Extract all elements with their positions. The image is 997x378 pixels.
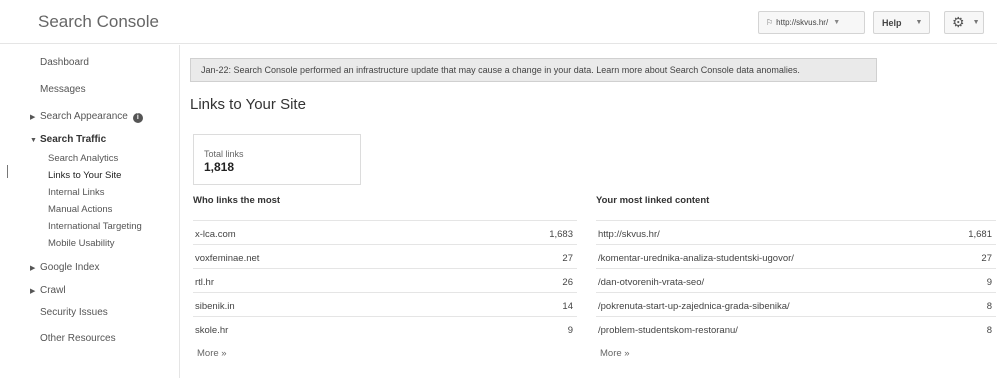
- sidebar-subitem-international-targeting[interactable]: International Targeting: [48, 221, 142, 232]
- sidebar-item-google-index[interactable]: ▶ Google Index: [30, 262, 100, 273]
- help-button-label: Help: [882, 17, 902, 28]
- sidebar-item-label: Google Index: [40, 262, 100, 273]
- row-domain[interactable]: rtl.hr: [195, 277, 214, 288]
- anomaly-banner: Jan-22: Search Console performed an infr…: [190, 58, 877, 82]
- total-links-card: Total links 1,818: [193, 134, 361, 185]
- table-row[interactable]: /dan-otvorenih-vrata-seo/ 9: [596, 268, 996, 292]
- table-row[interactable]: sibenik.in 14: [193, 292, 577, 316]
- row-count: 8: [986, 325, 992, 336]
- row-page[interactable]: /komentar-urednika-analiza-studentski-ug…: [598, 253, 794, 264]
- row-count: 26: [562, 277, 573, 288]
- sidebar-item-messages[interactable]: Messages: [40, 84, 86, 95]
- sidebar-subitem-manual-actions[interactable]: Manual Actions: [48, 204, 112, 215]
- most-linked-title: Your most linked content: [596, 195, 710, 206]
- row-domain[interactable]: sibenik.in: [195, 301, 235, 312]
- row-domain[interactable]: x-lca.com: [195, 229, 236, 240]
- site-favicon-icon: ⚐: [766, 18, 774, 27]
- chevron-right-icon: ▶: [30, 114, 36, 121]
- row-count: 1,683: [549, 229, 573, 240]
- row-page[interactable]: /pokrenuta-start-up-zajednica-grada-sibe…: [598, 301, 790, 312]
- table-row[interactable]: /komentar-urednika-analiza-studentski-ug…: [596, 244, 996, 268]
- row-page[interactable]: /problem-studentskom-restoranu/: [598, 325, 738, 336]
- row-count: 27: [981, 253, 992, 264]
- info-icon[interactable]: i: [132, 113, 143, 123]
- row-domain[interactable]: voxfeminae.net: [195, 253, 259, 264]
- chevron-down-icon: ▼: [833, 19, 841, 26]
- sidebar-subitem-mobile-usability[interactable]: Mobile Usability: [48, 238, 115, 249]
- row-count: 1,681: [968, 229, 992, 240]
- table-row[interactable]: skole.hr 9: [193, 316, 577, 340]
- table-row[interactable]: x-lca.com 1,683: [193, 220, 577, 244]
- chevron-right-icon: ▶: [30, 288, 36, 295]
- row-page[interactable]: http://skvus.hr/: [598, 229, 660, 240]
- chevron-down-icon: ▼: [972, 19, 980, 26]
- site-selector[interactable]: ⚐ http://skvus.hr/ ▼: [758, 11, 865, 34]
- sidebar-item-label: Search Appearance: [40, 111, 128, 122]
- sidebar-subitem-internal-links[interactable]: Internal Links: [48, 187, 105, 198]
- table-row[interactable]: /problem-studentskom-restoranu/ 8: [596, 316, 996, 340]
- site-selector-label: http://skvus.hr/: [776, 18, 829, 27]
- row-count: 8: [986, 301, 992, 312]
- most-linked-more-link[interactable]: More »: [600, 348, 630, 359]
- who-links-title: Who links the most: [193, 195, 281, 206]
- chevron-down-icon: ▼: [30, 137, 37, 144]
- who-links-more-link[interactable]: More »: [197, 348, 227, 359]
- row-count: 27: [562, 253, 573, 264]
- table-row[interactable]: /pokrenuta-start-up-zajednica-grada-sibe…: [596, 292, 996, 316]
- chevron-down-icon: ▼: [915, 19, 923, 26]
- total-links-label: Total links: [204, 149, 244, 159]
- table-row[interactable]: voxfeminae.net 27: [193, 244, 577, 268]
- total-links-value: 1,818: [204, 160, 235, 174]
- page-title: Links to Your Site: [190, 96, 306, 113]
- row-page[interactable]: /dan-otvorenih-vrata-seo/: [598, 277, 704, 288]
- row-count: 9: [986, 277, 992, 288]
- row-domain[interactable]: skole.hr: [195, 325, 228, 336]
- gear-icon: ⚙: [952, 14, 965, 30]
- table-row[interactable]: rtl.hr 26: [193, 268, 577, 292]
- chevron-right-icon: ▶: [30, 265, 36, 272]
- sidebar-subitem-search-analytics[interactable]: Search Analytics: [48, 153, 118, 164]
- sidebar-item-label: Search Traffic: [40, 134, 107, 145]
- table-row[interactable]: http://skvus.hr/ 1,681: [596, 220, 996, 244]
- top-header: Search Console ⚐ http://skvus.hr/ ▼ Help…: [0, 0, 997, 44]
- who-links-table: x-lca.com 1,683 voxfeminae.net 27 rtl.hr…: [193, 220, 577, 340]
- sidebar-item-crawl[interactable]: ▶ Crawl: [30, 285, 66, 296]
- sidebar-item-other-resources[interactable]: Other Resources: [40, 333, 116, 344]
- sidebar-item-dashboard[interactable]: Dashboard: [40, 57, 89, 68]
- help-button[interactable]: Help ▼: [873, 11, 930, 34]
- settings-button[interactable]: ⚙ ▼: [944, 11, 984, 34]
- sidebar-item-security-issues[interactable]: Security Issues: [40, 307, 108, 318]
- row-count: 14: [562, 301, 573, 312]
- sidebar-item-search-appearance[interactable]: ▶ Search Appearance i: [30, 111, 143, 123]
- most-linked-table: http://skvus.hr/ 1,681 /komentar-urednik…: [596, 220, 996, 340]
- app-title[interactable]: Search Console: [38, 12, 159, 32]
- row-count: 9: [567, 325, 573, 336]
- banner-text[interactable]: Jan-22: Search Console performed an infr…: [201, 65, 800, 75]
- sidebar-subitem-links-to-your-site[interactable]: Links to Your Site: [48, 170, 121, 181]
- sidebar-item-label: Crawl: [40, 285, 66, 296]
- sidebar-item-search-traffic[interactable]: ▼ Search Traffic: [30, 134, 106, 145]
